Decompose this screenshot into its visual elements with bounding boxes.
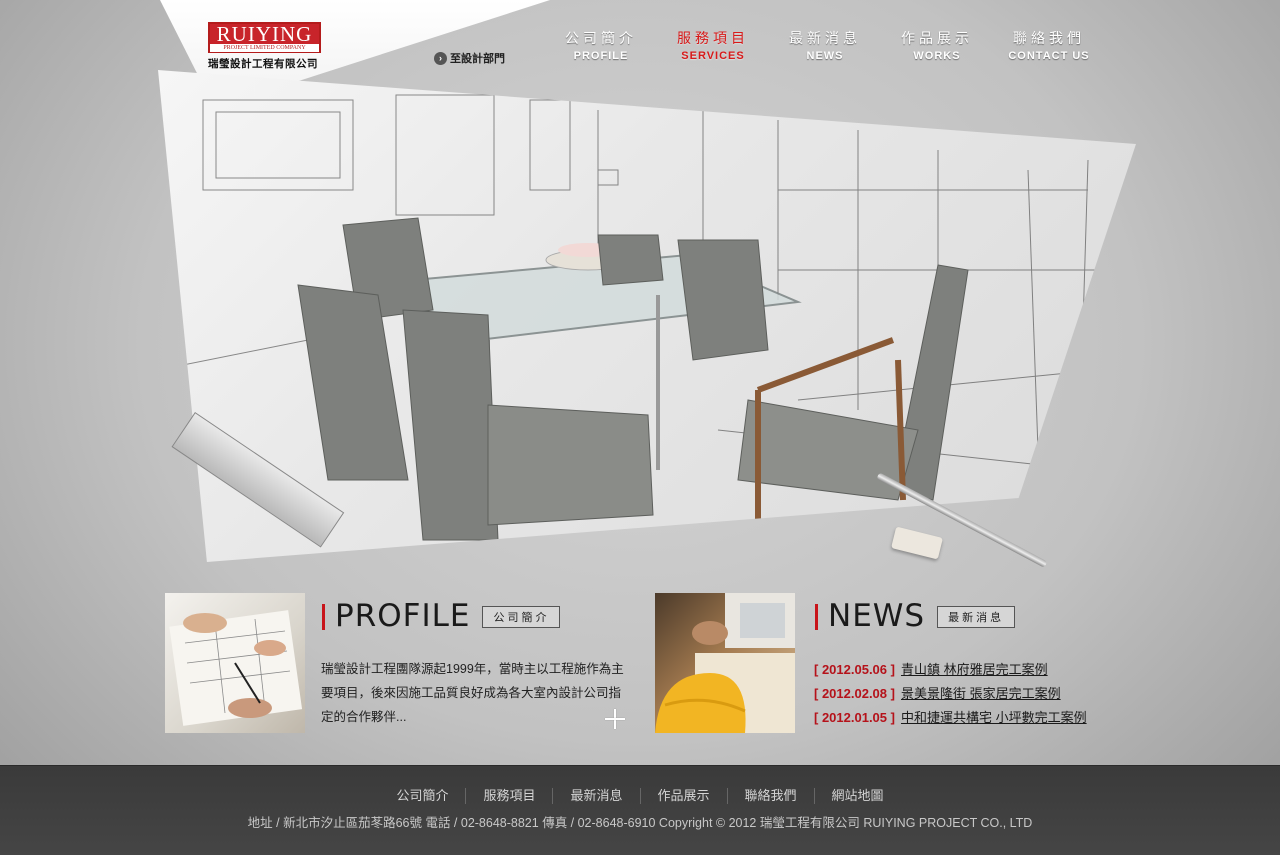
news-link[interactable]: 青山鎮 林府雅居完工案例 bbox=[901, 658, 1048, 682]
accent-bar bbox=[322, 603, 325, 630]
footer-nav: 公司簡介 服務項目 最新消息 作品展示 聯絡我們 網站地圖 bbox=[0, 788, 1280, 804]
plus-icon[interactable] bbox=[604, 708, 626, 730]
nav-label-en: WORKS bbox=[913, 50, 961, 62]
footer-link-sitemap[interactable]: 網站地圖 bbox=[815, 788, 901, 804]
profile-heading: PROFILE 公司簡介 bbox=[322, 598, 561, 634]
profile-tag: 公司簡介 bbox=[482, 605, 561, 628]
nav-label-cn: 聯絡我們 bbox=[1013, 30, 1085, 46]
helmet-laptop-image bbox=[655, 593, 795, 733]
news-list: 2012.05.06 青山鎮 林府雅居完工案例 2012.02.08 景美景隆街… bbox=[814, 658, 1087, 730]
nav-works[interactable]: 作品展示 WORKS bbox=[881, 28, 993, 62]
eraser-image bbox=[891, 526, 943, 560]
news-item: 2012.01.05 中和捷運共構宅 小坪數完工案例 bbox=[814, 706, 1087, 730]
footer-link-contact[interactable]: 聯絡我們 bbox=[728, 788, 815, 804]
nav-profile[interactable]: 公司簡介 PROFILE bbox=[545, 28, 657, 62]
blueprint-hands-image bbox=[169, 610, 303, 726]
design-dept-link[interactable]: › 至設計部門 bbox=[434, 50, 505, 66]
news-date: 2012.05.06 bbox=[814, 658, 895, 682]
profile-title: PROFILE bbox=[335, 598, 471, 634]
nav-label-cn: 最新消息 bbox=[789, 30, 861, 46]
nav-label-cn: 公司簡介 bbox=[565, 30, 637, 46]
news-date: 2012.01.05 bbox=[814, 706, 895, 730]
logo-mark: RUIYING PROJECT LIMITED COMPANY bbox=[208, 22, 321, 53]
nav-label-cn: 作品展示 bbox=[901, 30, 973, 46]
nav-services[interactable]: 服務項目 SERVICES bbox=[657, 28, 769, 62]
company-name: 瑞瑩設計工程有限公司 bbox=[208, 58, 318, 70]
site-footer: 公司簡介 服務項目 最新消息 作品展示 聯絡我們 網站地圖 地址 / 新北市汐止… bbox=[0, 765, 1280, 855]
nav-contact[interactable]: 聯絡我們 CONTACT US bbox=[993, 28, 1105, 62]
profile-thumbnail bbox=[165, 593, 305, 733]
news-tag: 最新消息 bbox=[937, 605, 1016, 628]
nav-label-en: NEWS bbox=[806, 50, 844, 62]
profile-description: 瑞瑩設計工程團隊源起1999年，當時主以工程施作為主要項目，後來因施工品質良好成… bbox=[321, 662, 624, 724]
news-link[interactable]: 中和捷運共構宅 小坪數完工案例 bbox=[901, 706, 1087, 730]
logo-mark-subtitle: PROJECT LIMITED COMPANY bbox=[210, 44, 319, 52]
news-thumbnail bbox=[655, 593, 795, 733]
footer-link-services[interactable]: 服務項目 bbox=[466, 788, 554, 804]
nav-label-cn: 服務項目 bbox=[677, 30, 749, 46]
footer-link-profile[interactable]: 公司簡介 bbox=[379, 788, 467, 804]
design-dept-label: 至設計部門 bbox=[450, 53, 505, 65]
nav-label-en: PROFILE bbox=[573, 50, 629, 62]
news-title: NEWS bbox=[828, 598, 926, 634]
company-logo[interactable]: RUIYING PROJECT LIMITED COMPANY 瑞瑩設計工程有限… bbox=[208, 22, 321, 71]
chevron-right-icon: › bbox=[434, 51, 447, 65]
news-heading: NEWS 最新消息 bbox=[815, 598, 1016, 634]
logo-mark-text: RUIYING bbox=[216, 22, 313, 46]
footer-contact-info: 地址 / 新北市汐止區茄苳路66號 電話 / 02-8648-8821 傳真 /… bbox=[247, 816, 1033, 830]
footer-link-works[interactable]: 作品展示 bbox=[641, 788, 728, 804]
nav-label-en: CONTACT US bbox=[1008, 50, 1090, 62]
nav-news[interactable]: 最新消息 NEWS bbox=[769, 28, 881, 62]
news-item: 2012.02.08 景美景隆街 張家居完工案例 bbox=[814, 682, 1087, 706]
accent-bar bbox=[815, 603, 818, 630]
footer-link-news[interactable]: 最新消息 bbox=[553, 788, 641, 804]
news-date: 2012.02.08 bbox=[814, 682, 895, 706]
nav-label-en: SERVICES bbox=[681, 50, 745, 62]
news-item: 2012.05.06 青山鎮 林府雅居完工案例 bbox=[814, 658, 1087, 682]
news-link[interactable]: 景美景隆街 張家居完工案例 bbox=[901, 682, 1061, 706]
main-nav: 公司簡介 PROFILE 服務項目 SERVICES 最新消息 NEWS 作品展… bbox=[545, 28, 1105, 62]
